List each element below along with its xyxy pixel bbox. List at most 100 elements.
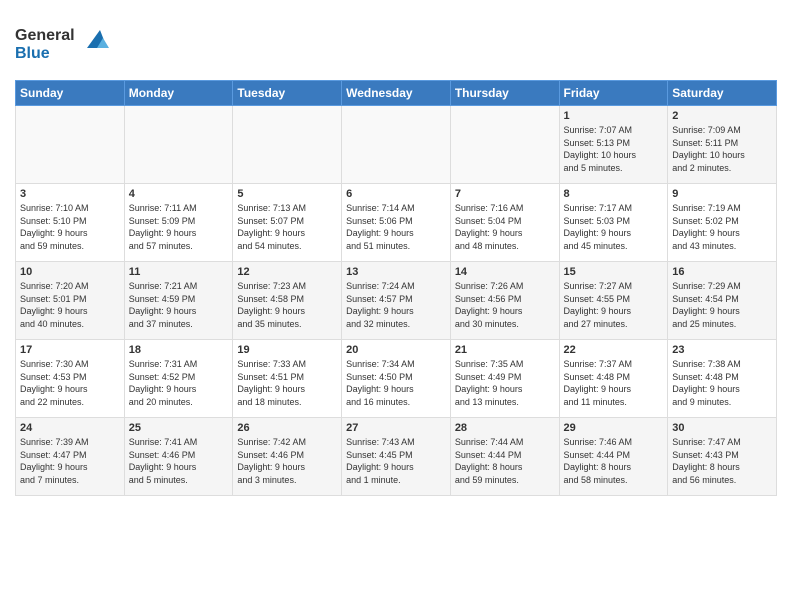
day-info: Sunrise: 7:07 AM Sunset: 5:13 PM Dayligh…	[564, 124, 664, 174]
calendar-table: SundayMondayTuesdayWednesdayThursdayFrid…	[15, 80, 777, 496]
day-cell: 8Sunrise: 7:17 AM Sunset: 5:03 PM Daylig…	[559, 184, 668, 262]
day-info: Sunrise: 7:10 AM Sunset: 5:10 PM Dayligh…	[20, 202, 120, 252]
day-cell: 14Sunrise: 7:26 AM Sunset: 4:56 PM Dayli…	[450, 262, 559, 340]
day-cell: 22Sunrise: 7:37 AM Sunset: 4:48 PM Dayli…	[559, 340, 668, 418]
day-cell: 25 Sunrise: 7:41 AM Sunset: 4:46 PM Dayli…	[124, 418, 233, 496]
day-cell: 5 Sunrise: 7:13 AM Sunset: 5:07 PM Daylig…	[233, 184, 342, 262]
day-cell: 26 Sunrise: 7:42 AM Sunset: 4:46 PM Dayli…	[233, 418, 342, 496]
day-number: 13	[346, 266, 446, 278]
day-number: 20	[346, 344, 446, 356]
weekday-header-wednesday: Wednesday	[342, 81, 451, 106]
week-row-2: 3Sunrise: 7:10 AM Sunset: 5:10 PM Daylig…	[16, 184, 777, 262]
day-info: Sunrise: 7:46 AM Sunset: 4:44 PM Dayligh…	[564, 436, 664, 486]
header: General Blue	[15, 15, 777, 70]
day-cell: 4 Sunrise: 7:11 AM Sunset: 5:09 PM Daylig…	[124, 184, 233, 262]
day-info: Sunrise: 7:23 AM Sunset: 4:58 PM Dayligh…	[237, 280, 337, 330]
day-info: Sunrise: 7:16 AM Sunset: 5:04 PM Dayligh…	[455, 202, 555, 252]
day-number: 5	[237, 188, 337, 200]
day-number: 23	[672, 344, 772, 356]
day-number: 21	[455, 344, 555, 356]
day-info: Sunrise: 7:44 AM Sunset: 4:44 PM Dayligh…	[455, 436, 555, 486]
day-cell	[342, 106, 451, 184]
svg-text:Blue: Blue	[15, 45, 50, 62]
day-cell: 28 Sunrise: 7:44 AM Sunset: 4:44 PM Dayli…	[450, 418, 559, 496]
day-cell: 23 Sunrise: 7:38 AM Sunset: 4:48 PM Dayli…	[668, 340, 777, 418]
day-number: 26	[237, 422, 337, 434]
day-cell: 13 Sunrise: 7:24 AM Sunset: 4:57 PM Dayli…	[342, 262, 451, 340]
day-cell	[16, 106, 125, 184]
day-cell: 17Sunrise: 7:30 AM Sunset: 4:53 PM Dayli…	[16, 340, 125, 418]
day-number: 15	[564, 266, 664, 278]
day-info: Sunrise: 7:41 AM Sunset: 4:46 PM Dayligh…	[129, 436, 229, 486]
day-cell: 9 Sunrise: 7:19 AM Sunset: 5:02 PM Daylig…	[668, 184, 777, 262]
day-cell: 7 Sunrise: 7:16 AM Sunset: 5:04 PM Daylig…	[450, 184, 559, 262]
weekday-header-thursday: Thursday	[450, 81, 559, 106]
week-row-4: 17Sunrise: 7:30 AM Sunset: 4:53 PM Dayli…	[16, 340, 777, 418]
weekday-header-tuesday: Tuesday	[233, 81, 342, 106]
day-cell: 24 Sunrise: 7:39 AM Sunset: 4:47 PM Dayli…	[16, 418, 125, 496]
day-info: Sunrise: 7:39 AM Sunset: 4:47 PM Dayligh…	[20, 436, 120, 486]
day-number: 7	[455, 188, 555, 200]
day-cell: 21 Sunrise: 7:35 AM Sunset: 4:49 PM Dayli…	[450, 340, 559, 418]
day-cell: 18Sunrise: 7:31 AM Sunset: 4:52 PM Dayli…	[124, 340, 233, 418]
day-info: Sunrise: 7:26 AM Sunset: 4:56 PM Dayligh…	[455, 280, 555, 330]
day-number: 11	[129, 266, 229, 278]
weekday-header-friday: Friday	[559, 81, 668, 106]
day-cell: 1 Sunrise: 7:07 AM Sunset: 5:13 PM Daylig…	[559, 106, 668, 184]
weekday-header-monday: Monday	[124, 81, 233, 106]
day-number: 16	[672, 266, 772, 278]
day-info: Sunrise: 7:47 AM Sunset: 4:43 PM Dayligh…	[672, 436, 772, 486]
day-cell: 15 Sunrise: 7:27 AM Sunset: 4:55 PM Dayli…	[559, 262, 668, 340]
day-cell: 27 Sunrise: 7:43 AM Sunset: 4:45 PM Dayli…	[342, 418, 451, 496]
day-number: 28	[455, 422, 555, 434]
day-info: Sunrise: 7:09 AM Sunset: 5:11 PM Dayligh…	[672, 124, 772, 174]
day-cell: 16 Sunrise: 7:29 AM Sunset: 4:54 PM Dayli…	[668, 262, 777, 340]
day-info: Sunrise: 7:24 AM Sunset: 4:57 PM Dayligh…	[346, 280, 446, 330]
day-info: Sunrise: 7:29 AM Sunset: 4:54 PM Dayligh…	[672, 280, 772, 330]
day-cell	[124, 106, 233, 184]
day-info: Sunrise: 7:17 AM Sunset: 5:03 PM Dayligh…	[564, 202, 664, 252]
day-info: Sunrise: 7:11 AM Sunset: 5:09 PM Dayligh…	[129, 202, 229, 252]
day-info: Sunrise: 7:37 AM Sunset: 4:48 PM Dayligh…	[564, 358, 664, 408]
day-info: Sunrise: 7:38 AM Sunset: 4:48 PM Dayligh…	[672, 358, 772, 408]
week-row-3: 10 Sunrise: 7:20 AM Sunset: 5:01 PM Dayli…	[16, 262, 777, 340]
day-cell: 19Sunrise: 7:33 AM Sunset: 4:51 PM Dayli…	[233, 340, 342, 418]
day-info: Sunrise: 7:42 AM Sunset: 4:46 PM Dayligh…	[237, 436, 337, 486]
day-info: Sunrise: 7:19 AM Sunset: 5:02 PM Dayligh…	[672, 202, 772, 252]
day-number: 9	[672, 188, 772, 200]
day-info: Sunrise: 7:27 AM Sunset: 4:55 PM Dayligh…	[564, 280, 664, 330]
day-cell	[450, 106, 559, 184]
weekday-header-saturday: Saturday	[668, 81, 777, 106]
day-cell: 11 Sunrise: 7:21 AM Sunset: 4:59 PM Dayli…	[124, 262, 233, 340]
weekday-header-row: SundayMondayTuesdayWednesdayThursdayFrid…	[16, 81, 777, 106]
weekday-header-sunday: Sunday	[16, 81, 125, 106]
day-number: 24	[20, 422, 120, 434]
day-number: 29	[564, 422, 664, 434]
day-number: 17	[20, 344, 120, 356]
day-info: Sunrise: 7:13 AM Sunset: 5:07 PM Dayligh…	[237, 202, 337, 252]
day-info: Sunrise: 7:35 AM Sunset: 4:49 PM Dayligh…	[455, 358, 555, 408]
day-number: 10	[20, 266, 120, 278]
day-info: Sunrise: 7:21 AM Sunset: 4:59 PM Dayligh…	[129, 280, 229, 330]
day-number: 4	[129, 188, 229, 200]
week-row-1: 1 Sunrise: 7:07 AM Sunset: 5:13 PM Daylig…	[16, 106, 777, 184]
day-number: 18	[129, 344, 229, 356]
day-cell: 2Sunrise: 7:09 AM Sunset: 5:11 PM Daylig…	[668, 106, 777, 184]
day-info: Sunrise: 7:14 AM Sunset: 5:06 PM Dayligh…	[346, 202, 446, 252]
main-container: General Blue SundayMondayTuesdayWednesda…	[0, 0, 792, 506]
day-info: Sunrise: 7:43 AM Sunset: 4:45 PM Dayligh…	[346, 436, 446, 486]
day-cell: 10 Sunrise: 7:20 AM Sunset: 5:01 PM Dayli…	[16, 262, 125, 340]
day-number: 12	[237, 266, 337, 278]
day-cell: 6 Sunrise: 7:14 AM Sunset: 5:06 PM Daylig…	[342, 184, 451, 262]
logo-text: General Blue	[15, 20, 110, 70]
day-cell: 29 Sunrise: 7:46 AM Sunset: 4:44 PM Dayli…	[559, 418, 668, 496]
day-info: Sunrise: 7:20 AM Sunset: 5:01 PM Dayligh…	[20, 280, 120, 330]
day-cell: 12 Sunrise: 7:23 AM Sunset: 4:58 PM Dayli…	[233, 262, 342, 340]
day-number: 25	[129, 422, 229, 434]
day-number: 6	[346, 188, 446, 200]
day-number: 1	[564, 110, 664, 122]
day-cell: 30 Sunrise: 7:47 AM Sunset: 4:43 PM Dayli…	[668, 418, 777, 496]
day-number: 27	[346, 422, 446, 434]
day-cell	[233, 106, 342, 184]
day-number: 30	[672, 422, 772, 434]
